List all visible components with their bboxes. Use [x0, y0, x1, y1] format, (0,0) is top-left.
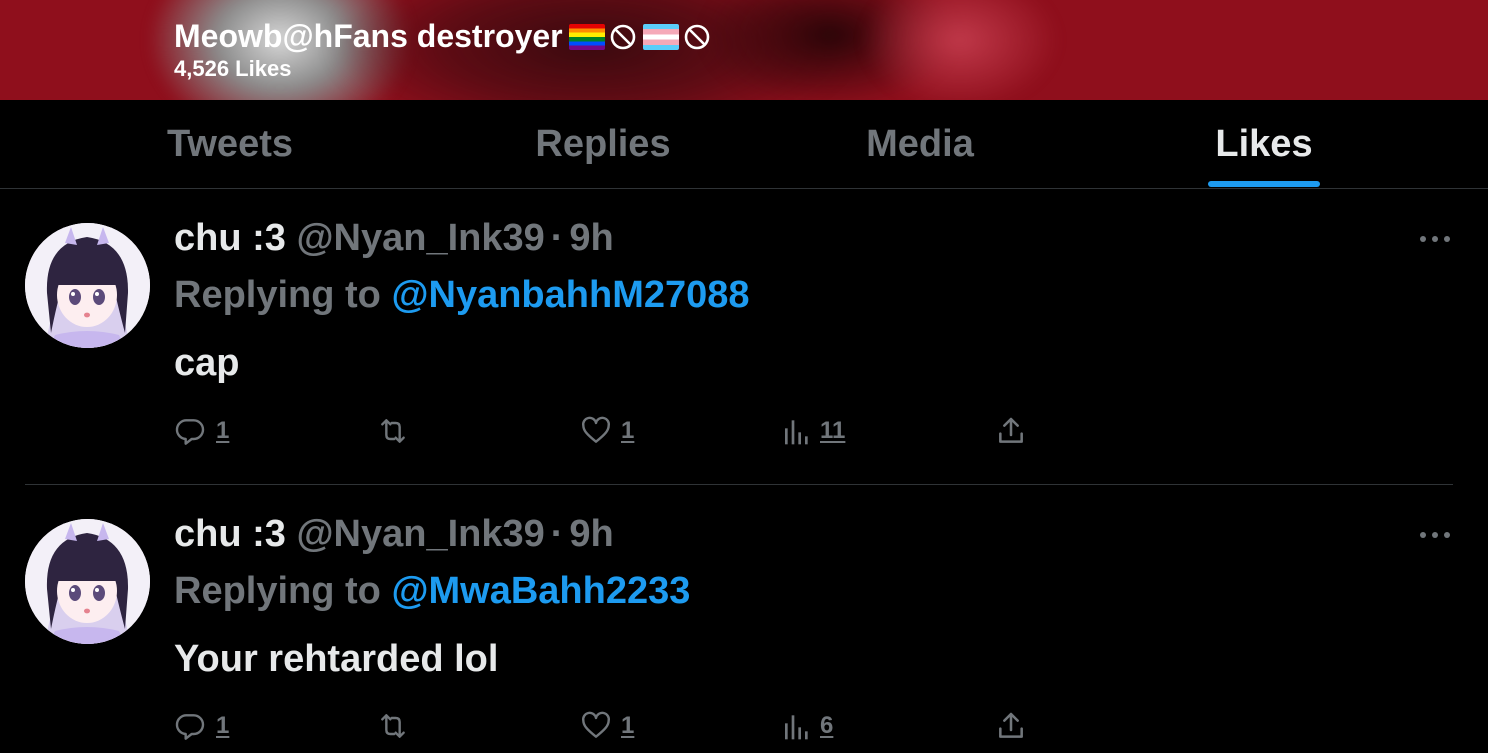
- heart-icon: [582, 416, 610, 443]
- tweet-header: chu :3 @Nyan_Ink39 · 9h: [174, 513, 614, 556]
- replying-prefix: Replying to: [174, 274, 381, 316]
- like-count: 1: [621, 712, 635, 739]
- more-options-icon[interactable]: [1418, 525, 1452, 545]
- retweet-icon: [381, 714, 405, 738]
- tab-likes[interactable]: Likes: [1144, 100, 1384, 188]
- tweet-time[interactable]: 9h: [569, 513, 613, 555]
- reply-icon: [175, 419, 205, 445]
- views-button[interactable]: 6: [782, 710, 833, 742]
- likes-count: 4,526 Likes: [174, 56, 292, 81]
- user-handle[interactable]: @Nyan_Ink39: [296, 217, 544, 259]
- share-icon: [999, 712, 1023, 738]
- heart-icon: [582, 711, 610, 738]
- user-handle[interactable]: @Nyan_Ink39: [296, 513, 544, 555]
- profile-header-banner: Meowb@hFans destroyer 4,526 Likes: [0, 0, 1488, 100]
- tab-tweets[interactable]: Tweets: [110, 100, 350, 188]
- views-count: 11: [820, 417, 846, 444]
- mention-link[interactable]: @NyanbahhM27088: [391, 274, 749, 316]
- banner-blur: [860, 0, 1060, 100]
- tweet-text: cap: [174, 342, 240, 384]
- tab-replies[interactable]: Replies: [483, 100, 723, 188]
- profile-tabs: Tweets Replies Media Likes: [0, 100, 1488, 189]
- display-name[interactable]: chu :3: [174, 217, 286, 259]
- display-name[interactable]: chu :3: [174, 513, 286, 555]
- reply-button[interactable]: 1: [174, 415, 229, 447]
- reply-icon: [175, 714, 205, 740]
- avatar[interactable]: [25, 223, 150, 348]
- reply-count: 1: [216, 417, 230, 444]
- avatar[interactable]: [25, 519, 150, 644]
- rainbow-flag-icon: [568, 23, 605, 50]
- avatar-image: [25, 223, 150, 348]
- separator-dot: ·: [550, 217, 564, 259]
- views-icon: [785, 420, 808, 445]
- tweet[interactable]: chu :3 @Nyan_Ink39 · 9h Replying to @MwaBa…: [0, 485, 1488, 753]
- tweet-header: chu :3 @Nyan_Ink39 · 9h: [174, 217, 614, 260]
- separator-dot: ·: [550, 513, 564, 555]
- tweet[interactable]: chu :3 @Nyan_Ink39 · 9h Replying to @Nyanb…: [0, 189, 1488, 484]
- retweet-icon: [381, 419, 405, 443]
- views-button[interactable]: 11: [782, 415, 845, 447]
- reply-button[interactable]: 1: [174, 710, 229, 742]
- profile-name: Meowb@hFans destroyer: [174, 18, 563, 54]
- like-count: 1: [621, 417, 635, 444]
- like-button[interactable]: 1: [579, 415, 634, 447]
- tweet-text: Your rehtarded lol: [174, 638, 499, 680]
- retweet-button[interactable]: [374, 415, 412, 447]
- transgender-flag-icon: [642, 23, 679, 50]
- prohibited-icon: [610, 24, 635, 49]
- share-icon: [999, 417, 1023, 443]
- views-count: 6: [820, 712, 834, 739]
- share-button[interactable]: [994, 415, 1028, 447]
- tab-media[interactable]: Media: [800, 100, 1040, 188]
- replying-prefix: Replying to: [174, 570, 381, 612]
- views-icon: [785, 715, 808, 740]
- reply-count: 1: [216, 712, 230, 739]
- more-options-icon[interactable]: [1418, 229, 1452, 249]
- mention-link[interactable]: @MwaBahh2233: [391, 570, 690, 612]
- profile-title: Meowb@hFans destroyer: [174, 18, 711, 55]
- prohibited-icon: [684, 24, 709, 49]
- replying-to-line: Replying to @MwaBahh2233: [174, 570, 690, 613]
- avatar-image: [25, 519, 150, 644]
- tweet-time[interactable]: 9h: [569, 217, 613, 259]
- active-tab-indicator: [1208, 181, 1320, 187]
- replying-to-line: Replying to @NyanbahhM27088: [174, 274, 750, 317]
- share-button[interactable]: [994, 710, 1028, 742]
- retweet-button[interactable]: [374, 710, 412, 742]
- like-button[interactable]: 1: [579, 710, 634, 742]
